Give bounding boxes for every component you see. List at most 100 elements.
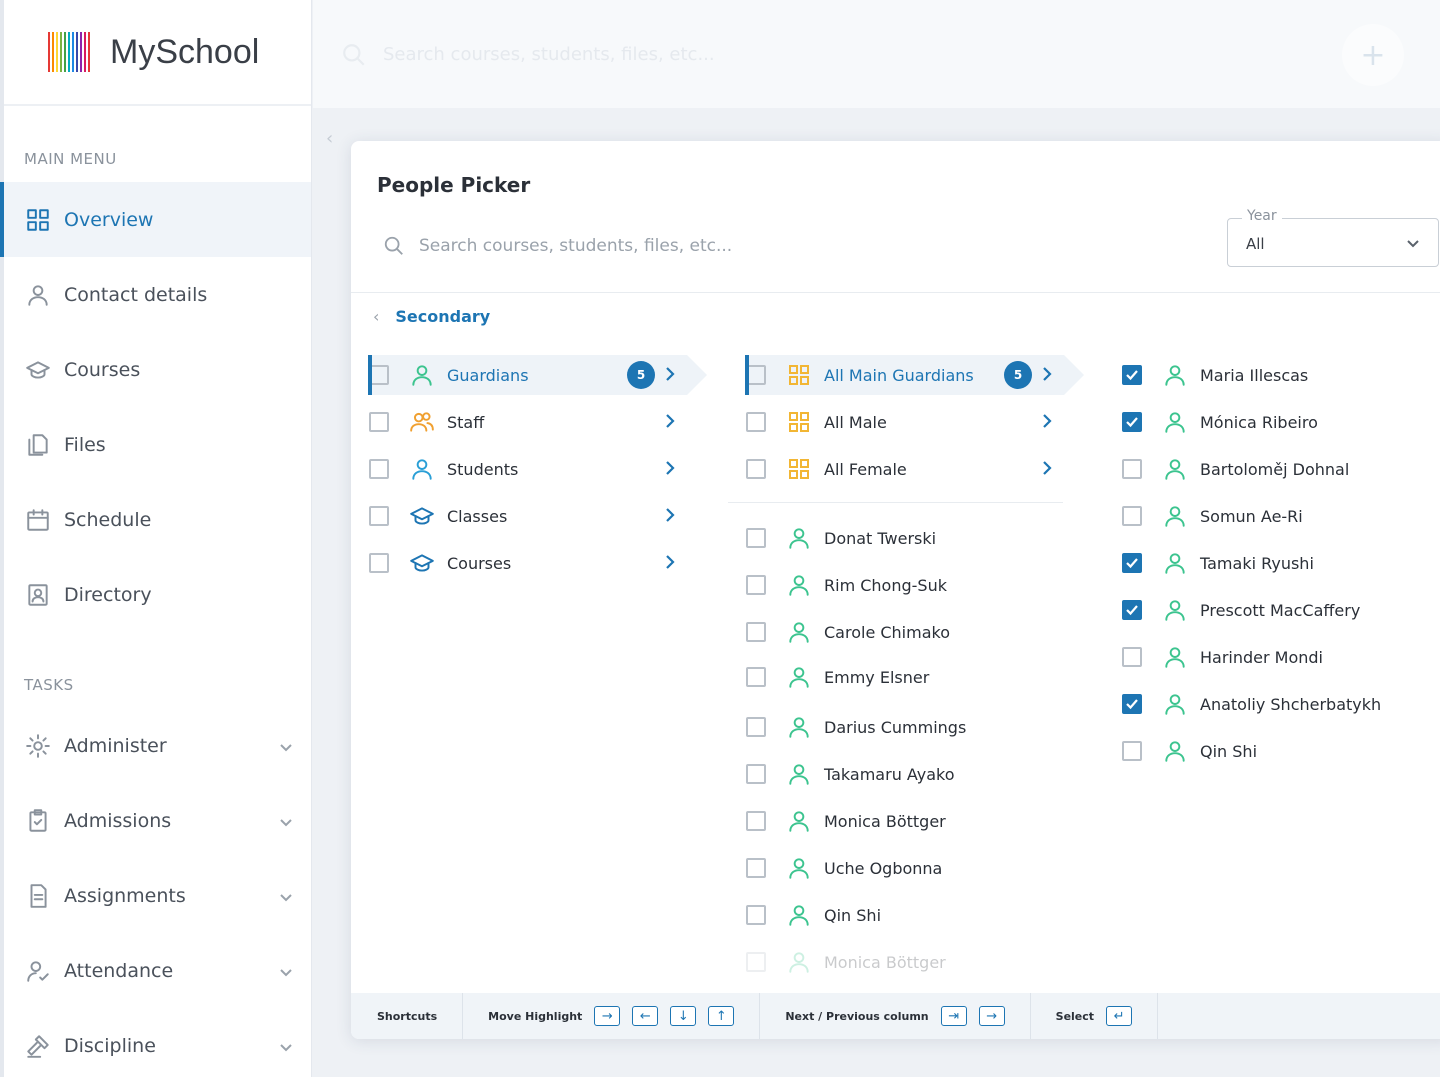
category-students[interactable]: Students [369, 449, 687, 489]
divider [351, 292, 1440, 293]
checkbox[interactable] [746, 952, 766, 972]
checkbox[interactable] [1122, 506, 1142, 526]
person-emmy-elsner[interactable]: Emmy Elsner [746, 657, 1046, 697]
checkbox[interactable] [1122, 459, 1142, 479]
sidebar-item-administer[interactable]: Administer [4, 708, 311, 783]
checkbox[interactable] [746, 667, 766, 687]
year-value: All [1246, 235, 1265, 253]
checkbox[interactable] [746, 412, 766, 432]
checkbox[interactable] [746, 528, 766, 548]
person-carole-chimako[interactable]: Carole Chimako [746, 612, 1046, 652]
sidebar-item-admissions[interactable]: Admissions [4, 783, 311, 858]
sidebar-item-label: Administer [64, 734, 167, 757]
checkbox[interactable] [1122, 647, 1142, 667]
checkbox[interactable] [369, 365, 389, 385]
chevron-right-icon[interactable] [1042, 460, 1052, 480]
collapse-sidebar-button[interactable]: ‹ [326, 128, 333, 149]
category-courses[interactable]: Courses [369, 543, 687, 583]
chevron-right-icon[interactable] [665, 554, 675, 574]
person-tamaki-ryushi[interactable]: Tamaki Ryushi [1122, 543, 1422, 583]
category-guardians[interactable]: Guardians 5 [368, 355, 707, 395]
year-select[interactable]: Year All [1227, 208, 1439, 267]
checkbox[interactable] [746, 905, 766, 925]
checkbox[interactable] [1122, 553, 1142, 573]
sidebar-item-attendance[interactable]: Attendance [4, 933, 311, 1008]
chevron-down-icon[interactable] [279, 736, 293, 758]
person-bartolomej-dohnal[interactable]: Bartoloměj Dohnal [1122, 449, 1422, 489]
checkbox[interactable] [746, 858, 766, 878]
person-rim-chong-suk[interactable]: Rim Chong-Suk [746, 565, 1046, 605]
checkbox[interactable] [1122, 600, 1142, 620]
checkbox[interactable] [746, 811, 766, 831]
checkbox[interactable] [1122, 412, 1142, 432]
person-somun-ae-ri[interactable]: Somun Ae-Ri [1122, 496, 1422, 536]
checkbox[interactable] [369, 459, 389, 479]
picker-search-input[interactable]: Search courses, students, files, etc... [383, 235, 732, 257]
person-harinder-mondi[interactable]: Harinder Mondi [1122, 637, 1422, 677]
checkbox[interactable] [746, 459, 766, 479]
shortcuts-label: Shortcuts [377, 1009, 438, 1023]
logo[interactable]: MySchool [4, 0, 311, 106]
person-monica-ribeiro[interactable]: Mónica Ribeiro [1122, 402, 1422, 442]
person-icon [409, 456, 435, 482]
category-staff[interactable]: Staff [369, 402, 687, 442]
person-takamaru-ayako[interactable]: Takamaru Ayako [746, 754, 1046, 794]
person-prescott-maccaffery[interactable]: Prescott MacCaffery [1122, 590, 1422, 630]
group-all-male[interactable]: All Male [746, 402, 1064, 442]
sidebar-item-overview[interactable]: Overview [0, 182, 311, 257]
person-monica-bottger[interactable]: Monica Böttger [746, 942, 1046, 982]
chevron-down-icon[interactable] [279, 886, 293, 908]
person-darius-cummings[interactable]: Darius Cummings [746, 707, 1046, 747]
sidebar-item-discipline[interactable]: Discipline [4, 1008, 311, 1077]
chevron-down-icon[interactable] [279, 811, 293, 833]
chevron-right-icon[interactable] [665, 413, 675, 433]
person-monica-bottger[interactable]: Monica Böttger [746, 801, 1046, 841]
app-name: MySchool [110, 32, 260, 71]
sidebar-item-files[interactable]: Files [4, 407, 311, 482]
person-donat-twerski[interactable]: Donat Twerski [746, 518, 1046, 558]
checkbox[interactable] [369, 412, 389, 432]
checkbox[interactable] [1122, 365, 1142, 385]
sidebar-item-label: Contact details [64, 283, 208, 306]
enter-key-icon: ↵ [1106, 1006, 1133, 1026]
person-qin-shi[interactable]: Qin Shi [1122, 731, 1422, 771]
checkbox[interactable] [746, 764, 766, 784]
person-qin-shi[interactable]: Qin Shi [746, 895, 1046, 935]
checkbox[interactable] [746, 622, 766, 642]
chevron-right-icon[interactable] [1042, 413, 1052, 433]
directory-icon [24, 581, 52, 609]
person-uche-ogbonna[interactable]: Uche Ogbonna [746, 848, 1046, 888]
checkbox[interactable] [369, 506, 389, 526]
group-all-female[interactable]: All Female [746, 449, 1064, 489]
logo-mark-icon [48, 32, 90, 72]
checkbox[interactable] [746, 717, 766, 737]
shortcuts-bar: Shortcuts Move Highlight → ← ↓ ↑ Next / Pre… [351, 993, 1440, 1039]
checkbox[interactable] [1122, 694, 1142, 714]
checkbox[interactable] [369, 553, 389, 573]
top-search-input[interactable]: Search courses, students, files, etc... [383, 44, 715, 65]
arrow-up-key-icon: ↑ [708, 1006, 735, 1026]
chevron-right-icon[interactable] [665, 366, 675, 386]
checkbox[interactable] [746, 365, 766, 385]
chevron-right-icon[interactable] [665, 460, 675, 480]
person-anatoliy-shcherbatykh[interactable]: Anatoliy Shcherbatykh [1122, 684, 1422, 724]
category-classes[interactable]: Classes [369, 496, 687, 536]
chevron-right-icon[interactable] [1042, 366, 1052, 386]
person-maria-illescas[interactable]: Maria Illescas [1122, 355, 1422, 395]
sidebar-item-contact-details[interactable]: Contact details [4, 257, 311, 332]
sidebar-item-assignments[interactable]: Assignments [4, 858, 311, 933]
add-button[interactable]: + [1342, 24, 1404, 86]
sidebar-item-directory[interactable]: Directory [4, 557, 311, 632]
graduation-cap-icon [24, 356, 52, 384]
picker-search-placeholder: Search courses, students, files, etc... [419, 236, 733, 256]
breadcrumb[interactable]: ‹ Secondary [373, 307, 490, 326]
checkbox[interactable] [1122, 741, 1142, 761]
chevron-down-icon[interactable] [279, 1036, 293, 1058]
chevron-down-icon[interactable] [279, 961, 293, 983]
chevron-right-icon[interactable] [665, 507, 675, 527]
sidebar-item-courses[interactable]: Courses [4, 332, 311, 407]
gear-icon [24, 732, 52, 760]
group-all-main-guardians[interactable]: All Main Guardians 5 [745, 355, 1084, 395]
checkbox[interactable] [746, 575, 766, 595]
sidebar-item-schedule[interactable]: Schedule [4, 482, 311, 557]
